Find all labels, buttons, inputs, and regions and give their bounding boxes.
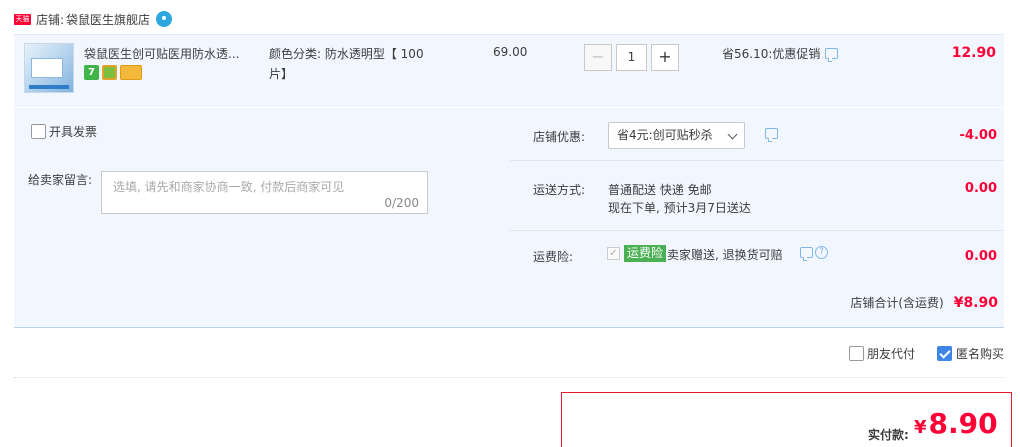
order-options-panel: 开具发票 给卖家留言: 选填, 请先和商家协商一致, 付款后商家可见 0/200…: [14, 108, 1004, 328]
shop-coupon-label: 店铺优惠:: [533, 130, 586, 144]
message-to-seller-input[interactable]: 选填, 请先和商家协商一致, 付款后商家可见 0/200: [101, 171, 428, 214]
product-title-link[interactable]: 袋鼠医生创可贴医用防水透...: [84, 45, 264, 62]
message-placeholder: 选填, 请先和商家协商一致, 付款后商家可见: [113, 180, 345, 194]
message-char-count: 0/200: [384, 196, 419, 210]
shop-name-link[interactable]: 袋鼠医生旗舰店: [66, 11, 150, 28]
order-item-row: 袋鼠医生创可贴医用防水透... 7 颜色分类: 防水透明型【 100片】 69.…: [14, 34, 1004, 107]
shipping-method: 普通配送 快递 免邮: [608, 183, 712, 197]
insurance-label: 运费险:: [533, 250, 574, 264]
shipping-details: 普通配送 快递 免邮 现在下单, 预计3月7日送达: [608, 181, 751, 217]
quantity-minus-button[interactable]: −: [584, 44, 612, 71]
chevron-down-icon: [727, 129, 738, 140]
card-icon: [120, 65, 142, 80]
shop-label: 店铺:: [36, 12, 65, 27]
insurance-badge: 运费险: [624, 245, 667, 262]
product-sku: 颜色分类: 防水透明型【 100片】: [269, 47, 424, 81]
payment-amount: ¥ 8.90: [914, 407, 998, 440]
invoice-label: 开具发票: [49, 125, 98, 139]
insurance-checkbox: ✓: [607, 247, 620, 260]
insurance-chat-icon[interactable]: [800, 247, 813, 261]
coupon-chat-icon[interactable]: [765, 128, 778, 142]
divider: [14, 377, 1004, 378]
shop-total: 店铺合计(含运费) ¥8.90: [850, 294, 998, 311]
unit-price: 69.00: [493, 45, 528, 59]
shipping-eta: 现在下单, 预计3月7日送达: [608, 201, 751, 215]
shop-coupon-value: 省4元:创可贴秒杀: [617, 128, 713, 142]
service-icons: 7: [84, 65, 142, 80]
shipping-amount: 0.00: [964, 181, 997, 196]
insurance-icons: ?: [800, 246, 828, 261]
payment-options: 朋友代付 匿名购买: [809, 345, 1004, 362]
shipping-label: 运送方式:: [533, 183, 586, 197]
friend-pay-option[interactable]: 朋友代付: [848, 345, 915, 362]
shop-total-label: 店铺合计(含运费): [850, 296, 944, 310]
insurance-text: 卖家赠送, 退换货可赔: [667, 248, 783, 262]
shop-header: 天猫 店铺: 袋鼠医生旗舰店: [14, 10, 173, 28]
payment-currency: ¥: [914, 417, 927, 438]
7-day-return-icon: 7: [84, 65, 99, 80]
anonymous-option[interactable]: 匿名购买: [936, 345, 1004, 362]
shop-coupon-select[interactable]: 省4元:创可贴秒杀: [608, 122, 745, 149]
promo-info: 省56.10:优惠促销: [722, 45, 839, 62]
promo-chat-icon[interactable]: [825, 48, 839, 62]
product-thumbnail[interactable]: [24, 43, 74, 93]
shop-total-value: ¥8.90: [953, 295, 998, 311]
payment-label: 实付款:: [868, 428, 909, 442]
safety-icon: [102, 65, 117, 80]
shop-coupon-amount: -4.00: [959, 128, 997, 143]
insurance-amount: 0.00: [964, 249, 997, 264]
order-summary-pane: 店铺优惠: 省4元:创可贴秒杀 -4.00 运送方式: 普通配送 快递 免邮 现…: [510, 108, 1004, 276]
friend-pay-checkbox[interactable]: [848, 346, 864, 361]
quantity-input[interactable]: 1: [616, 44, 647, 71]
shop-coupon-row: 店铺优惠: 省4元:创可贴秒杀 -4.00: [510, 108, 1004, 161]
payment-value: 8.90: [928, 407, 998, 440]
insurance-row: 运费险: ✓ 运费险 卖家赠送, 退换货可赔 ? 0.00: [510, 231, 1004, 276]
item-subtotal: 12.90: [951, 45, 996, 61]
quantity-plus-button[interactable]: +: [651, 44, 679, 71]
shipping-row: 运送方式: 普通配送 快递 免邮 现在下单, 预计3月7日送达 0.00: [510, 161, 1004, 231]
invoice-option[interactable]: 开具发票: [31, 123, 97, 140]
message-label: 给卖家留言:: [28, 173, 93, 187]
payment-summary-box: 实付款: ¥ 8.90: [561, 392, 1012, 447]
anonymous-checkbox[interactable]: [936, 346, 952, 361]
help-icon[interactable]: ?: [815, 246, 828, 259]
quantity-stepper: − 1 +: [584, 44, 679, 71]
wangwang-chat-icon[interactable]: [156, 11, 173, 27]
anonymous-label: 匿名购买: [955, 347, 1004, 361]
tmall-badge: 天猫: [14, 13, 31, 25]
promo-text: 省56.10:优惠促销: [722, 47, 821, 61]
friend-pay-label: 朋友代付: [866, 347, 915, 361]
invoice-checkbox[interactable]: [31, 124, 46, 139]
